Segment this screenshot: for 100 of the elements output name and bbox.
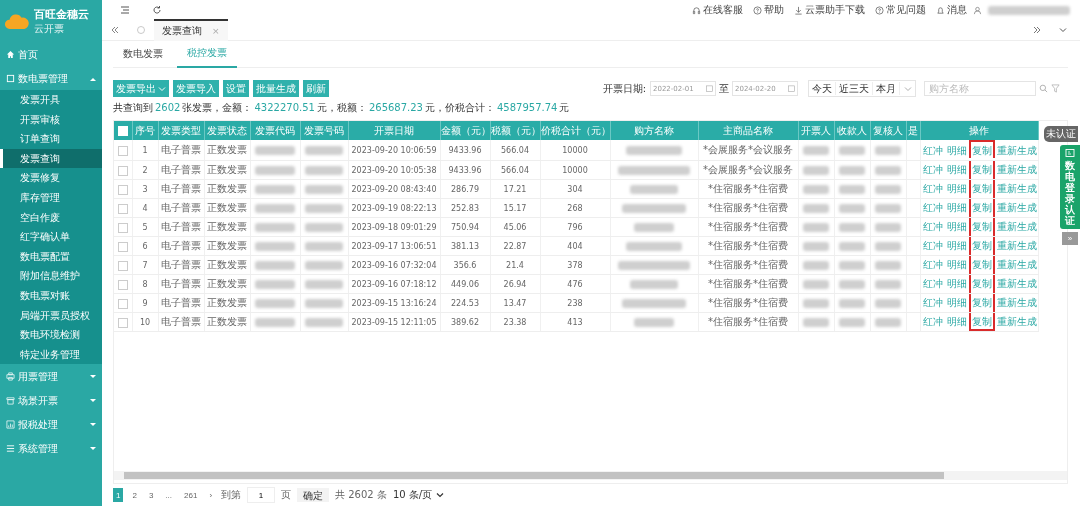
search-icon[interactable] (1039, 84, 1048, 93)
action-link[interactable]: 明细 (944, 180, 969, 198)
double-left-icon[interactable] (110, 25, 120, 35)
action-link[interactable]: 复制 (968, 199, 995, 217)
top-link[interactable]: 云票助手下载 (794, 3, 865, 17)
checkbox[interactable] (117, 165, 128, 176)
toolbar-button[interactable]: 刷新 (303, 80, 329, 97)
action-link[interactable]: 红冲 (920, 142, 945, 160)
action-link[interactable]: 重新生成 (994, 237, 1039, 255)
confirm-button[interactable]: 确定 (297, 488, 330, 502)
user-icon[interactable] (973, 5, 982, 15)
action-link[interactable]: 红冲 (920, 237, 945, 255)
menu-item[interactable]: 用票管理 (0, 365, 102, 389)
submenu-item[interactable]: 数电票配置 (0, 246, 102, 267)
action-link[interactable]: 重新生成 (994, 142, 1039, 160)
action-link[interactable]: 复制 (968, 161, 995, 179)
sub-tab[interactable]: 税控发票 (177, 40, 237, 68)
horizontal-scrollbar[interactable] (114, 471, 1067, 480)
filter-icon[interactable] (1051, 84, 1060, 93)
action-link[interactable]: 明细 (944, 313, 969, 331)
action-link[interactable]: 复制 (968, 180, 995, 198)
quick-date-button[interactable]: 近三天 (836, 82, 873, 95)
action-link[interactable]: 明细 (944, 256, 969, 274)
checkbox[interactable] (117, 222, 128, 233)
action-link[interactable]: 复制 (968, 140, 995, 158)
action-link[interactable]: 复制 (968, 294, 995, 312)
top-link[interactable]: 在线客服 (692, 3, 743, 17)
checkbox[interactable] (117, 260, 128, 271)
action-link[interactable]: 红冲 (920, 313, 945, 331)
toolbar-button[interactable]: 发票导出 (113, 80, 169, 97)
action-link[interactable]: 复制 (968, 256, 995, 274)
quick-date-button[interactable]: 本月 (873, 82, 900, 95)
chevron-down-icon[interactable] (1058, 25, 1068, 35)
action-link[interactable]: 重新生成 (994, 275, 1039, 293)
submenu-item[interactable]: 发票开具 (0, 90, 102, 110)
action-link[interactable]: 明细 (944, 237, 969, 255)
close-icon[interactable]: × (212, 26, 220, 36)
submenu-item[interactable]: 订单查询 (0, 129, 102, 149)
home-icon[interactable] (136, 25, 146, 35)
submenu-item[interactable]: 红字确认单 (0, 227, 102, 247)
checkbox[interactable] (117, 241, 128, 252)
menu-item[interactable]: 数电票管理 (0, 67, 102, 90)
submenu-item[interactable]: 数电环境检测 (0, 325, 102, 345)
submenu-item[interactable]: 库存管理 (0, 187, 102, 208)
action-link[interactable]: 复制 (968, 237, 995, 255)
action-link[interactable]: 红冲 (920, 294, 945, 312)
action-link[interactable]: 红冲 (920, 218, 945, 236)
action-link[interactable]: 红冲 (920, 161, 945, 179)
menu-item[interactable]: 系统管理 (0, 437, 102, 461)
action-link[interactable]: 重新生成 (994, 161, 1039, 179)
submenu-item[interactable]: 发票查询 (0, 148, 102, 169)
collapse-button[interactable]: » (1062, 232, 1078, 245)
menu-icon[interactable] (120, 5, 130, 15)
toolbar-button[interactable]: 批量生成 (253, 80, 299, 97)
toolbar-button[interactable]: 设置 (223, 80, 249, 97)
action-link[interactable]: 明细 (944, 218, 969, 236)
action-link[interactable]: 重新生成 (994, 180, 1039, 198)
menu-item[interactable]: 首页 (0, 43, 102, 66)
checkbox[interactable] (117, 317, 128, 328)
page-input[interactable]: 1 (247, 487, 276, 503)
page-size-select[interactable]: 10 条/页 (392, 488, 445, 502)
checkbox[interactable] (117, 279, 128, 290)
action-link[interactable]: 重新生成 (994, 199, 1039, 217)
login-auth-tab[interactable]: 数电登录认证 (1060, 145, 1080, 229)
top-link[interactable]: 消息 (936, 3, 967, 17)
action-link[interactable]: 红冲 (920, 275, 945, 293)
quick-date-button[interactable]: 今天 (809, 82, 836, 95)
menu-item[interactable]: 报税处理 (0, 413, 102, 437)
action-link[interactable]: 明细 (944, 199, 969, 217)
action-link[interactable]: 红冲 (920, 180, 945, 198)
refresh-icon[interactable] (152, 5, 162, 15)
sub-tab[interactable]: 数电发票 (113, 41, 173, 67)
submenu-item[interactable]: 局端开票员授权 (0, 305, 102, 326)
action-link[interactable]: 明细 (944, 294, 969, 312)
action-link[interactable]: 红冲 (920, 256, 945, 274)
action-link[interactable]: 重新生成 (994, 313, 1039, 331)
checkbox[interactable] (117, 145, 128, 156)
checkbox[interactable] (117, 298, 128, 309)
top-link[interactable]: 常见问题 (875, 3, 926, 17)
toolbar-button[interactable]: 发票导入 (173, 80, 219, 97)
double-right-icon[interactable] (1032, 25, 1042, 35)
submenu-item[interactable]: 开票审核 (0, 109, 102, 130)
checkbox[interactable] (117, 203, 128, 214)
submenu-item[interactable]: 发票修复 (0, 168, 102, 188)
page-tab[interactable]: 发票查询 × (154, 19, 228, 41)
menu-item[interactable]: 场景开票 (0, 389, 102, 413)
submenu-item[interactable]: 空白作废 (0, 207, 102, 228)
action-link[interactable]: 复制 (968, 313, 995, 331)
page-button[interactable]: 1 (113, 488, 124, 502)
action-link[interactable]: 明细 (944, 161, 969, 179)
action-link[interactable]: 重新生成 (994, 218, 1039, 236)
checkbox[interactable] (117, 184, 128, 195)
action-link[interactable]: 重新生成 (994, 256, 1039, 274)
top-link[interactable]: 帮助 (753, 3, 784, 17)
submenu-item[interactable]: 数电票对账 (0, 285, 102, 306)
chevron-down-icon[interactable] (904, 85, 912, 92)
action-link[interactable]: 红冲 (920, 199, 945, 217)
submenu-item[interactable]: 特定业务管理 (0, 344, 102, 365)
submenu-item[interactable]: 附加信息维护 (0, 266, 102, 286)
action-link[interactable]: 复制 (968, 218, 995, 236)
